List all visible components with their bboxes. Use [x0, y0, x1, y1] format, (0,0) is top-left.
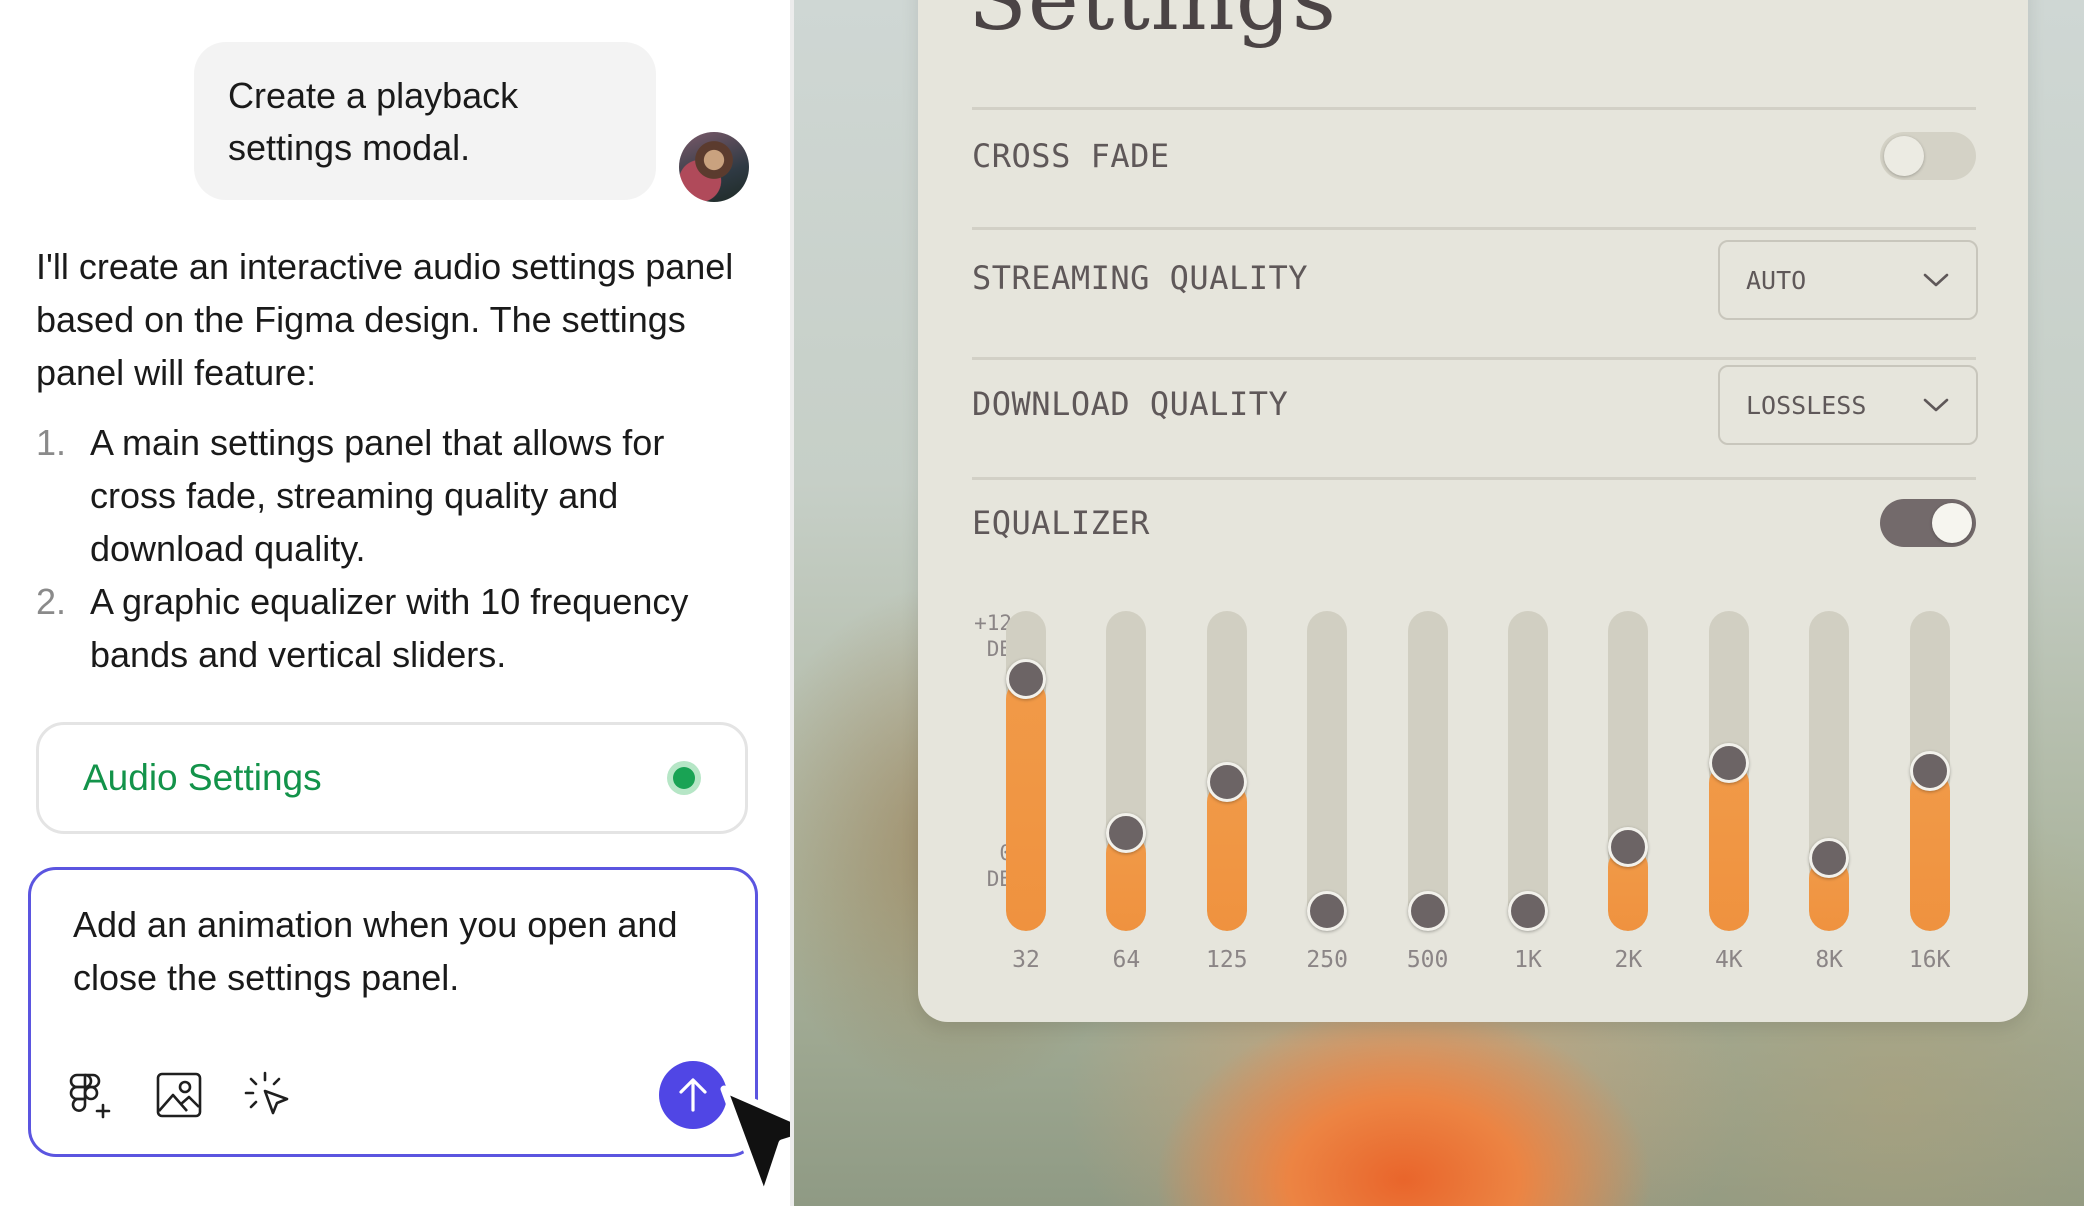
eq-slider-track-250[interactable] [1307, 611, 1348, 931]
chevron-down-icon [1923, 273, 1949, 287]
equalizer-label: EQUALIZER [972, 504, 1150, 542]
arrow-up-icon [679, 1078, 707, 1112]
toggle-knob [1884, 136, 1924, 176]
eq-slider-handle-16k[interactable] [1909, 751, 1950, 791]
assistant-message: I'll create an interactive audio setting… [36, 246, 734, 393]
eq-frequency-label: 32 [1012, 947, 1040, 973]
eq-slider-track-1k[interactable] [1508, 611, 1548, 931]
figma-add-icon[interactable] [63, 1067, 119, 1123]
eq-frequency-label: 4K [1714, 947, 1743, 973]
image-icon[interactable] [151, 1067, 207, 1123]
message-composer[interactable]: Add an animation when you open and close… [28, 867, 758, 1157]
select-cursor-icon[interactable] [241, 1067, 297, 1123]
settings-title: Settings [968, 0, 1338, 50]
list-number: 2. [36, 581, 67, 622]
eq-slider-handle-125[interactable] [1206, 762, 1247, 803]
cross-fade-label: CROSS FADE [972, 137, 1170, 175]
eq-frequency-label: 250 [1306, 947, 1348, 973]
eq-slider-handle-32[interactable] [1006, 658, 1046, 699]
eq-slider-fill [1909, 771, 1950, 931]
eq-frequency-label: 16K [1908, 947, 1951, 973]
chat-panel: Create a playback settings modal. I'll c… [0, 0, 824, 1206]
eq-frequency-label: 500 [1406, 947, 1449, 973]
eq-slider-fill [1206, 782, 1247, 931]
toggle-knob [1932, 503, 1972, 543]
eq-slider-handle-1k[interactable] [1508, 891, 1548, 931]
download-quality-select[interactable]: LOSSLESS [1718, 365, 1978, 445]
preview-canvas: Settings CROSS FADE STREAMING QUALITY AU… [794, 0, 2084, 1206]
streaming-quality-label: STREAMING QUALITY [972, 259, 1309, 297]
eq-frequency-label: 125 [1206, 947, 1248, 973]
avatar[interactable] [679, 132, 749, 202]
eq-frequency-label: 64 [1112, 947, 1141, 973]
user-message-bubble: Create a playback settings modal. [194, 42, 656, 200]
list-item-text: A main settings panel that allows for cr… [90, 422, 665, 569]
eq-slider-fill [1006, 678, 1046, 931]
eq-slider-track-2k[interactable] [1608, 611, 1649, 931]
list-number: 1. [36, 422, 67, 463]
eq-slider-handle-4k[interactable] [1708, 742, 1749, 783]
chevron-down-icon [1923, 398, 1949, 412]
eq-slider-track-8k[interactable] [1809, 611, 1850, 931]
eq-slider-handle-500[interactable] [1407, 891, 1448, 931]
eq-frequency-label: 2K [1614, 947, 1643, 973]
download-quality-label: DOWNLOAD QUALITY [972, 385, 1289, 423]
download-quality-value: LOSSLESS [1746, 390, 1867, 420]
assistant-feature-list: 1. A main settings panel that allows for… [36, 416, 756, 681]
eq-frequency-label: 8K [1815, 947, 1844, 973]
composer-input[interactable]: Add an animation when you open and close… [73, 898, 733, 1004]
streaming-quality-value: AUTO [1746, 265, 1807, 295]
list-item: 2. A graphic equalizer with 10 frequency… [36, 575, 756, 681]
equalizer-toggle[interactable] [1880, 499, 1976, 547]
eq-slider-fill [1708, 762, 1749, 931]
eq-slider-handle-250[interactable] [1307, 891, 1348, 931]
status-indicator-icon [667, 761, 701, 795]
list-item-text: A graphic equalizer with 10 frequency ba… [90, 581, 689, 675]
artifact-title: Audio Settings [83, 757, 322, 798]
eq-slider-track-64[interactable] [1106, 611, 1147, 931]
eq-slider-handle-64[interactable] [1106, 812, 1147, 853]
cross-fade-toggle[interactable] [1880, 132, 1976, 180]
eq-slider-track-500[interactable] [1407, 611, 1448, 931]
streaming-quality-select[interactable]: AUTO [1718, 240, 1978, 320]
artifact-card-audio-settings[interactable]: Audio Settings [36, 722, 748, 834]
list-item: 1. A main settings panel that allows for… [36, 416, 756, 575]
settings-modal: Settings CROSS FADE STREAMING QUALITY AU… [918, 0, 2028, 1022]
eq-slider-handle-8k[interactable] [1809, 837, 1850, 878]
eq-slider-handle-2k[interactable] [1608, 826, 1649, 867]
eq-frequency-label: 1K [1514, 947, 1542, 973]
